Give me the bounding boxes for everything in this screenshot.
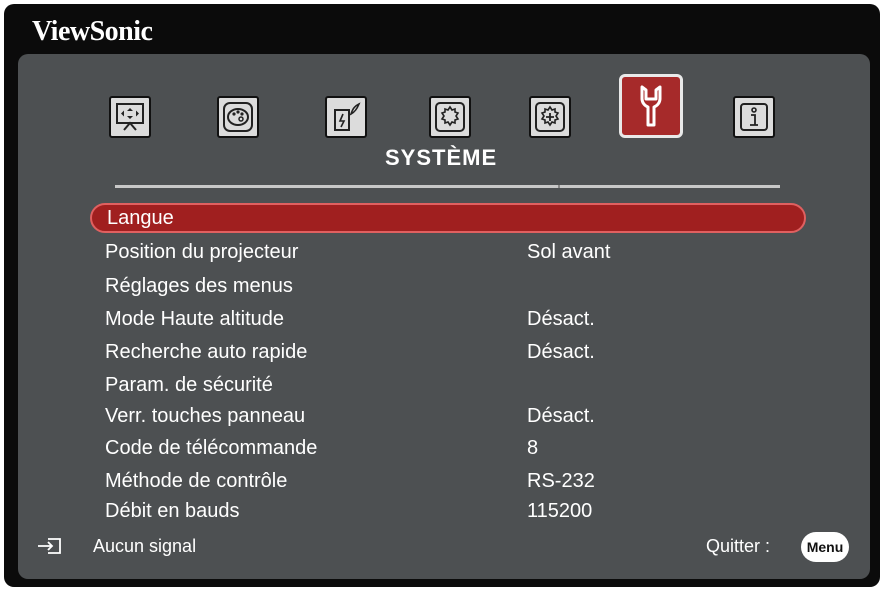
menu-item-haute-altitude[interactable]: Mode Haute altitude Désact.: [90, 304, 806, 334]
menu-item-label: Mode Haute altitude: [105, 308, 285, 330]
info-icon: [740, 103, 768, 131]
menu-item-code-telecommande[interactable]: Code de télécommande 8: [90, 433, 806, 463]
menu-item-value: Désact.: [527, 405, 595, 427]
menu-item-value: 115200: [527, 500, 593, 522]
tab-advanced[interactable]: [529, 96, 571, 138]
power-icon: [334, 102, 361, 131]
brand-logo: ViewSonic: [32, 16, 153, 47]
tab-system[interactable]: [619, 74, 683, 138]
tab-power[interactable]: [325, 96, 367, 138]
menu-item-value: 8: [527, 437, 539, 459]
tab-picture[interactable]: [217, 96, 259, 138]
menu-item-label: Code de télécommande: [105, 437, 318, 459]
input-source-icon: [38, 538, 61, 554]
menu-item-label: Méthode de contrôle: [105, 470, 288, 492]
advanced-gear-icon: [535, 102, 565, 132]
quit-label: Quitter :: [706, 536, 771, 556]
tab-basic[interactable]: [429, 96, 471, 138]
menu-item-debit-bauds[interactable]: Débit en bauds 115200: [90, 496, 806, 526]
menu-item-label: Langue: [107, 207, 174, 229]
menu-item-reglages-menus[interactable]: Réglages des menus: [90, 271, 806, 301]
display-icon: [116, 103, 144, 131]
menu-button[interactable]: Menu: [801, 532, 849, 562]
palette-icon: [223, 102, 253, 132]
menu-item-verr-touches[interactable]: Verr. touches panneau Désact.: [90, 401, 806, 431]
menu-item-langue[interactable]: Langue: [90, 203, 806, 233]
osd-frame: ViewSonic SYSTÈME Langue Position du pro…: [4, 4, 880, 587]
menu-item-position-projecteur[interactable]: Position du projecteur Sol avant: [90, 237, 806, 267]
menu-item-securite[interactable]: Param. de sécurité: [90, 370, 806, 400]
menu-item-value: Sol avant: [527, 241, 611, 263]
footer-bar: Aucun signal Quitter : Menu: [18, 530, 870, 562]
menu-item-value: Désact.: [527, 308, 595, 330]
menu-item-value: RS-232: [527, 470, 595, 492]
gear-icon: [435, 102, 465, 132]
menu-item-value: Désact.: [527, 341, 595, 363]
wrench-icon: [640, 85, 662, 127]
menu-item-label: Position du projecteur: [105, 241, 299, 263]
menu-item-label: Réglages des menus: [105, 275, 293, 297]
menu-item-label: Param. de sécurité: [105, 374, 273, 396]
menu-item-methode-controle[interactable]: Méthode de contrôle RS-232: [90, 466, 806, 496]
source-status: Aucun signal: [93, 536, 197, 556]
divider: [115, 185, 780, 188]
menu-item-recherche-auto[interactable]: Recherche auto rapide Désact.: [90, 337, 806, 367]
osd-panel: SYSTÈME Langue Position du projecteur So…: [18, 54, 870, 579]
tab-display[interactable]: [109, 96, 151, 138]
menu-item-label: Verr. touches panneau: [105, 405, 306, 427]
menu-item-label: Recherche auto rapide: [105, 341, 308, 363]
tab-information[interactable]: [733, 96, 775, 138]
section-title: SYSTÈME: [385, 145, 498, 170]
menu-item-label: Débit en bauds: [105, 500, 240, 522]
